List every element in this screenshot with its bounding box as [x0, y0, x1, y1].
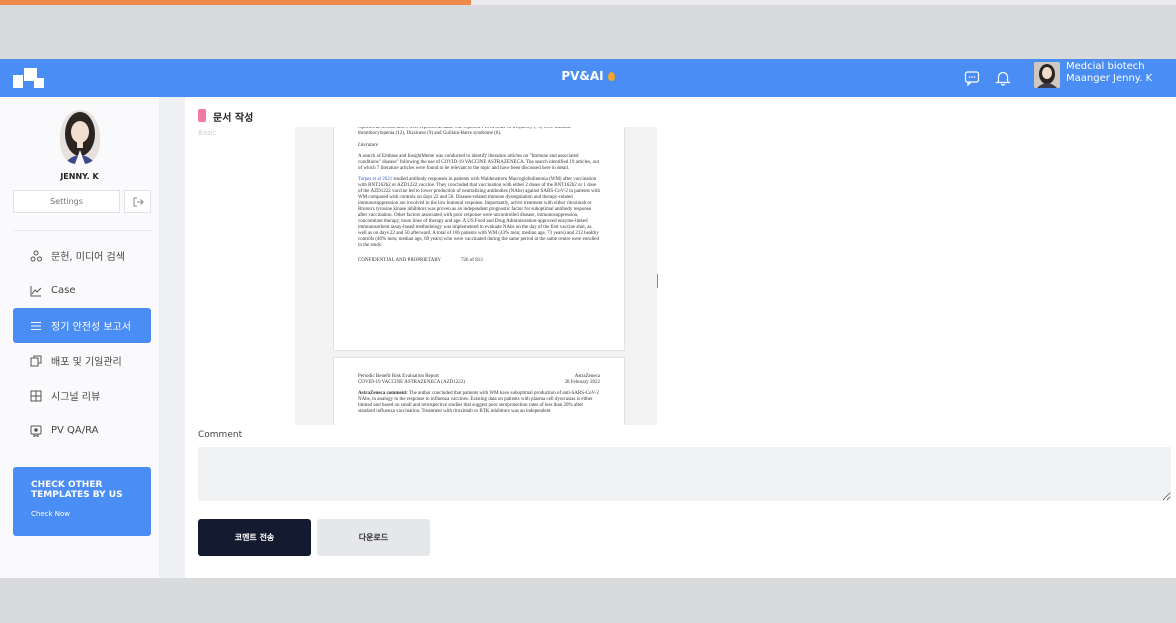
send-comment-button[interactable]: 코멘트 전송 [198, 519, 311, 556]
sidebar-item-label: 시그널 리뷰 [51, 392, 101, 403]
page-header: Periodic Benefit Risk Evaluation Report … [358, 374, 600, 386]
doc-paragraph: reported as serious and 6 were reported … [358, 127, 572, 136]
doc-paragraph-text: studied antibody responses in patients w… [358, 177, 600, 248]
user-role: Maanger Jenny. K [1066, 73, 1153, 84]
top-header: PV&AI Medcial biotech Maanger Jenny. K [0, 59, 1176, 97]
sidebar-item-periodic-safety-report[interactable]: 정기 안전성 보고서 [13, 308, 151, 343]
doc-paragraph: Tarpes et al 2021 studied antibody respo… [358, 177, 600, 249]
sidebar: JENNY. K Settings 문헌, 미디어 검색 Case 정기 안전성… [0, 97, 159, 578]
promo-title: CHECK OTHER TEMPLATES BY US [31, 480, 123, 500]
profile-avatar [60, 110, 100, 164]
sidebar-item-case[interactable]: Case [13, 273, 151, 308]
document-page: Periodic Benefit Risk Evaluation Report … [333, 357, 625, 425]
copy-icon [30, 355, 42, 367]
document-page: reported as serious and 6 were reported … [333, 127, 625, 351]
user-org: Medcial biotech [1066, 61, 1145, 72]
basic-label: Basic [198, 129, 217, 137]
sidebar-item-label: 정기 안전성 보고서 [51, 322, 131, 333]
comment-input[interactable] [198, 447, 1171, 501]
doc-paragraph: A search of Embase and InsightMeme was c… [358, 154, 599, 171]
sidebar-item-pv-qa-ra[interactable]: PV QA/RA [13, 413, 151, 448]
doc-heading: Literature [358, 143, 379, 148]
reference-link[interactable]: Tarpes et al 2021 [358, 177, 392, 182]
user-avatar[interactable] [1034, 62, 1060, 88]
sidebar-divider [13, 230, 151, 231]
sidebar-gutter [159, 97, 185, 578]
flame-icon [607, 71, 615, 81]
doc-paragraph: AstraZeneca comment: The author conclude… [358, 391, 600, 415]
download-button[interactable]: 다운로드 [317, 519, 430, 556]
document-viewer[interactable]: reported as serious and 6 were reported … [295, 127, 657, 425]
top-progress-track [471, 0, 1176, 5]
sidebar-item-label: 배포 및 기일관리 [51, 357, 122, 368]
chat-icon[interactable] [963, 69, 981, 87]
top-progress-bar [0, 0, 471, 5]
badge-icon [30, 425, 42, 437]
logout-button[interactable] [124, 190, 151, 213]
share-nodes-icon [30, 250, 42, 262]
header-date: 28 February 2022 [564, 380, 600, 385]
brand-text: PV&AI [561, 69, 604, 83]
footer-page-number: 726 of 813 [461, 258, 483, 263]
bell-icon[interactable] [994, 69, 1012, 87]
main-content: 문서 작성 Basic reported as serious and 6 we… [185, 97, 1176, 578]
sidebar-item-signal-review[interactable]: 시그널 리뷰 [13, 378, 151, 413]
profile-username: JENNY. K [60, 172, 99, 181]
comment-heading: AstraZeneca comment: [358, 391, 408, 396]
section-title: 문서 작성 [213, 113, 254, 124]
sidebar-item-literature-search[interactable]: 문헌, 미디어 검색 [13, 238, 151, 273]
resize-handle[interactable] [657, 274, 658, 288]
footer-confidential: CONFIDENTIAL AND PROPRIETARY [358, 258, 442, 263]
comment-label: Comment [198, 430, 243, 440]
line-chart-icon [30, 285, 42, 297]
sidebar-item-label: Case [51, 285, 76, 296]
sidebar-item-distribution-deadline[interactable]: 배포 및 기일관리 [13, 343, 151, 378]
user-info[interactable]: Medcial biotech Maanger Jenny. K [1066, 61, 1152, 85]
header-product: COVID-19 VACCINE ASTRAZENECA (AZD1222) [358, 380, 465, 385]
sidebar-nav: 문헌, 미디어 검색 Case 정기 안전성 보고서 배포 및 기일관리 시그널… [13, 238, 151, 448]
section-marker [198, 109, 206, 122]
sidebar-item-label: 문헌, 미디어 검색 [51, 252, 125, 263]
sidebar-item-label: PV QA/RA [51, 425, 99, 436]
settings-button[interactable]: Settings [13, 190, 120, 213]
grid-icon [30, 390, 42, 402]
logout-icon [133, 197, 144, 206]
promo-check-now-link[interactable]: Check Now [31, 510, 151, 518]
app-window: PV&AI Medcial biotech Maanger Jenny. K J… [0, 59, 1176, 578]
templates-promo-card[interactable]: CHECK OTHER TEMPLATES BY US Check Now [13, 467, 151, 536]
menu-lines-icon [30, 320, 42, 332]
page-footer: CONFIDENTIAL AND PROPRIETARY 726 of 813 [358, 258, 600, 264]
